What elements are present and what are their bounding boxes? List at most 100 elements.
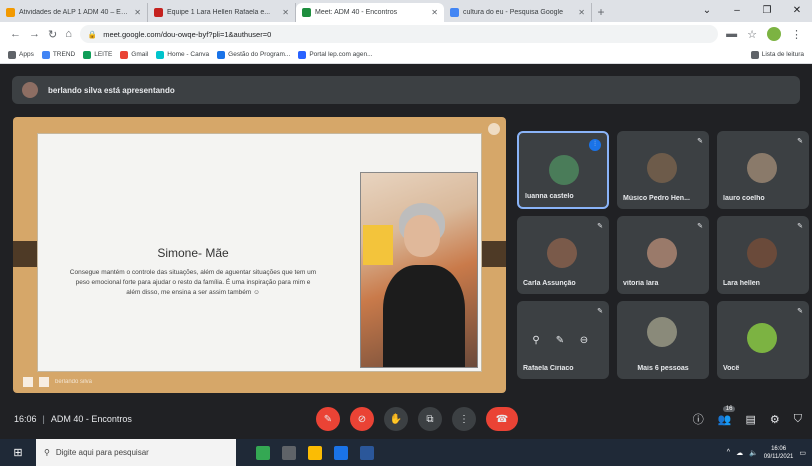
apps-icon [8,50,16,59]
word-icon[interactable] [360,445,374,460]
chat-icon[interactable]: ▤ [745,413,755,426]
reading-list[interactable]: Lista de leitura [750,50,804,59]
chevron-up-icon[interactable]: ^ [727,449,730,456]
close-icon[interactable]: ✕ [578,8,585,17]
meeting-info: 16:06 | ADM 40 - Encontros [14,414,132,424]
new-tab-button[interactable]: + [592,3,610,22]
meet-controls-bar: 16:06 | ADM 40 - Encontros ✎ ⊘ ✋ ⧉ ⋮ ☎ ⓘ 1… [0,399,812,439]
slide-body: Consegue mantém o controle das situações… [69,269,317,296]
info-icon[interactable]: ⓘ [693,411,704,427]
presentation-stage[interactable]: Simone- Mãe Consegue mantém o controle d… [13,117,506,393]
profile-avatar[interactable] [767,27,781,41]
participant-count: 16 [722,405,736,412]
close-window-icon[interactable]: ✕ [782,0,812,22]
taskbar-search[interactable]: ⚲ Digite aqui para pesquisar [36,439,236,466]
pin-icon[interactable]: ⚲ [529,333,543,347]
mic-off-icon [23,377,33,387]
close-icon[interactable]: ✕ [282,8,289,17]
mic-off-icon: ✎ [797,223,803,230]
reading-list-icon [750,50,759,59]
clock-time: 16:06 [771,445,787,452]
presenting-banner: berlando silva está apresentando [12,76,800,104]
close-icon[interactable]: ✕ [431,8,438,17]
volume-icon[interactable]: 🔈 [749,449,758,457]
network-icon[interactable]: ☁ [736,449,743,457]
participant-tile[interactable]: ✎ Você [717,301,809,379]
participant-name: luanna castelo [525,193,574,200]
participant-name: Músico Pedro Hen... [623,195,690,202]
tab-google-search[interactable]: cultura do eu - Pesquisa Google ✕ [444,3,592,22]
window-controls: ⌄ – ❐ ✕ [692,0,812,22]
windows-start-icon[interactable]: ⊞ [0,439,36,466]
close-icon[interactable]: ✕ [134,8,141,17]
chrome-icon[interactable] [256,445,270,460]
mic-off-icon: ✎ [597,223,603,230]
activities-icon[interactable]: ⚙ [770,413,780,426]
forward-icon[interactable]: → [29,28,40,40]
participant-avatar [547,238,577,268]
participant-tile[interactable]: Mais 6 pessoas [617,301,709,379]
mic-toggle-button[interactable]: ✎ [316,407,340,431]
photo-sign [363,225,393,265]
url-text: meet.google.com/dou-owqe-byf?pli=1&authu… [103,29,272,39]
menu-icon[interactable]: ⋮ [791,28,802,41]
taskbar-search-placeholder: Digite aqui para pesquisar [55,448,149,457]
bookmark-leite[interactable]: LEITE [83,50,112,59]
host-controls-icon[interactable]: ⛉ [794,413,802,426]
taskbar-clock[interactable]: 16:06 09/11/2021 [764,445,794,461]
bookmark-trend[interactable]: TREND [41,50,75,59]
slide: Simone- Mãe Consegue mantém o controle d… [37,133,482,372]
participant-tile[interactable]: ✎ vitoria lara [617,216,709,294]
camera-toggle-button[interactable]: ⊘ [350,407,374,431]
address-bar[interactable]: 🔒 meet.google.com/dou-owqe-byf?pli=1&aut… [79,25,719,43]
mute-icon[interactable]: ✎ [553,333,567,347]
file-explorer-icon[interactable] [308,445,322,460]
leave-call-button[interactable]: ☎ [486,407,518,431]
search-icon: ⚲ [44,448,50,457]
back-icon[interactable]: ← [10,28,21,40]
bookmark-gmail[interactable]: Gmail [120,50,148,59]
remove-icon[interactable]: ⊖ [577,333,591,347]
more-options-button[interactable]: ⋮ [452,407,476,431]
chevron-down-icon[interactable]: ⌄ [692,0,722,22]
meet-view: berlando silva está apresentando Simone-… [0,64,812,439]
reload-icon[interactable]: ↻ [48,28,57,41]
tab-equipe[interactable]: Equipe 1 Lara Hellen Rafaela e... ✕ [148,3,296,22]
windows-taskbar: ⊞ ⚲ Digite aqui para pesquisar ^ ☁ 🔈 16:… [0,439,812,466]
camera-icon[interactable]: ▬ [726,28,737,40]
participant-tile[interactable]: ✎ Lara hellen [717,216,809,294]
store-icon[interactable] [334,445,348,460]
tab-meet[interactable]: Meet: ADM 40 - Encontros ✕ [296,3,444,22]
star-icon[interactable]: ☆ [747,28,757,41]
meeting-time: 16:06 [14,414,37,424]
notifications-icon[interactable]: ▭ [799,449,806,457]
gestao-icon [217,50,226,59]
participant-avatar [647,153,677,183]
presenter-avatar [22,82,38,98]
stage-presenter-name: berlando silva [55,379,93,385]
participant-tile[interactable]: ✎ ⚲ ✎ ⊖ Rafaela Ciriaco [517,301,609,379]
participant-tile[interactable]: ✎ Carla Assunção [517,216,609,294]
task-view-icon[interactable] [282,445,296,460]
presenting-text: berlando silva está apresentando [48,85,175,95]
participant-name: Mais 6 pessoas [637,365,689,372]
present-button[interactable]: ⧉ [418,407,442,431]
tab-atividades[interactable]: Atividades de ALP 1 ADM 40 – Ensino... ✕ [0,3,148,22]
participant-avatar [647,317,677,347]
pin-icon[interactable] [488,123,500,135]
bookmark-gestao[interactable]: Gestão do Program... [217,50,290,59]
participant-tile[interactable]: ✎ lauro coelho [717,131,809,209]
participant-avatar [549,155,579,185]
participant-tile[interactable]: ⫶ luanna castelo [517,131,609,209]
people-button[interactable]: 16 👥 [718,405,736,426]
participant-tile[interactable]: ✎ Músico Pedro Hen... [617,131,709,209]
raise-hand-button[interactable]: ✋ [384,407,408,431]
tile-hover-controls: ⚲ ✎ ⊖ [529,333,591,347]
minimize-icon[interactable]: – [722,0,752,22]
bookmark-canva[interactable]: Home - Canva [156,50,209,59]
tab-title: Meet: ADM 40 - Encontros [315,9,398,16]
home-icon[interactable]: ⌂ [65,28,72,40]
bookmark-apps[interactable]: Apps [8,50,34,59]
bookmark-portal[interactable]: Portal lep.com agen... [298,50,373,59]
maximize-icon[interactable]: ❐ [752,0,782,22]
